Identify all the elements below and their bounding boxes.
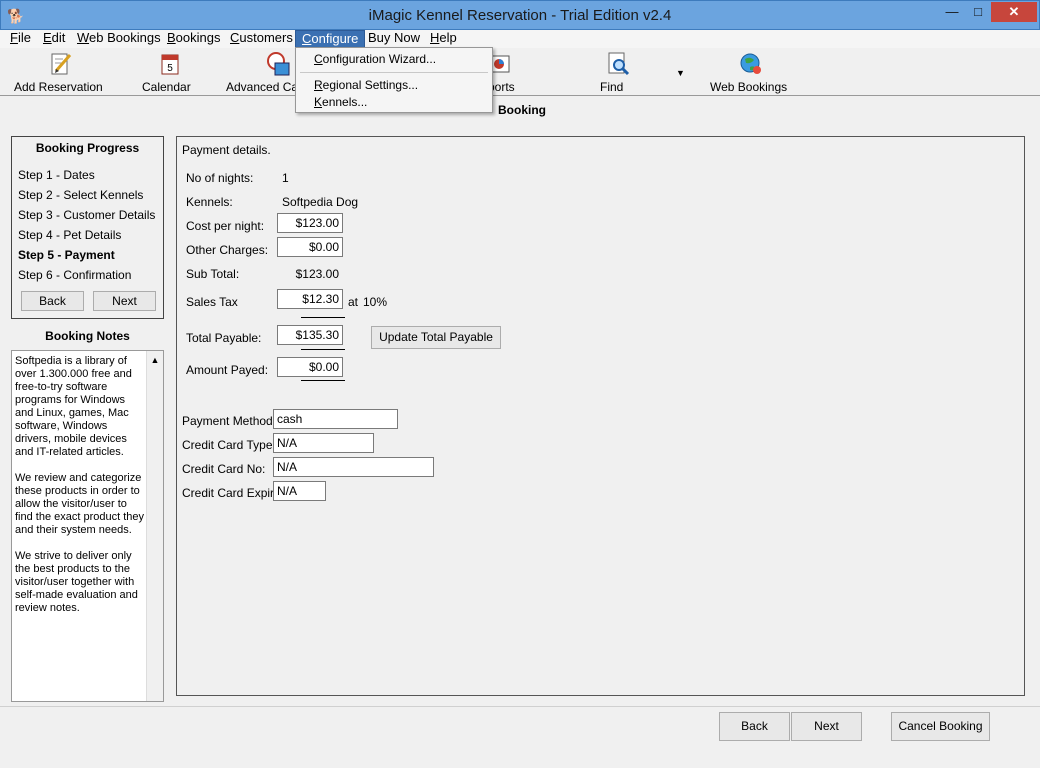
other-charges-label: Other Charges:	[186, 243, 269, 257]
step-4: Step 4 - Pet Details	[18, 228, 122, 242]
subtotal-value: $123.00	[295, 267, 339, 281]
payment-panel: Payment details. No of nights: 1 Kennels…	[176, 136, 1025, 696]
total-payable-input[interactable]: $135.30	[277, 325, 343, 345]
menu-bookings[interactable]: Bookings	[161, 30, 226, 48]
booking-progress-panel: Booking Progress Step 1 - Dates Step 2 -…	[11, 136, 164, 319]
configure-dropdown-menu: Configuration Wizard... Regional Setting…	[295, 47, 493, 113]
footer-back-button[interactable]: Back	[719, 712, 790, 741]
menu-configuration-wizard[interactable]: Configuration Wizard...	[314, 52, 436, 66]
credit-card-type-label: Credit Card Type:	[182, 438, 276, 452]
menu-kennels[interactable]: Kennels...	[314, 95, 367, 109]
total-payable-label: Total Payable:	[186, 331, 262, 345]
title-bar: 🐕 iMagic Kennel Reservation - Trial Edit…	[0, 0, 1040, 30]
nights-value: 1	[282, 171, 289, 185]
sum-line	[301, 317, 345, 318]
credit-card-no-input[interactable]: N/A	[273, 457, 434, 477]
menu-help[interactable]: Help	[424, 30, 463, 48]
advanced-calendar-button[interactable]: Advanced Ca	[226, 51, 296, 95]
minimize-button[interactable]: —	[939, 2, 965, 22]
step-5-current: Step 5 - Payment	[18, 248, 115, 262]
close-button[interactable]: ✕	[991, 2, 1037, 22]
subtotal-label: Sub Total:	[186, 267, 240, 281]
menu-web-bookings[interactable]: Web Bookings	[71, 30, 167, 48]
nights-label: No of nights:	[186, 171, 254, 185]
booking-progress-title: Booking Progress	[35, 141, 140, 155]
page-title: Booking	[498, 103, 546, 117]
step-6: Step 6 - Confirmation	[18, 268, 132, 282]
kennels-value: Softpedia Dog	[282, 195, 359, 209]
credit-card-type-input[interactable]: N/A	[273, 433, 374, 453]
credit-card-no-label: Credit Card No:	[182, 462, 266, 476]
amount-payed-input[interactable]: $0.00	[277, 357, 343, 377]
menu-file[interactable]: File	[4, 30, 37, 48]
cost-per-night-label: Cost per night:	[186, 219, 265, 233]
notes-scrollbar[interactable]: ▲	[146, 351, 163, 701]
step-2: Step 2 - Select Kennels	[18, 188, 144, 202]
payment-method-input[interactable]: cash	[273, 409, 398, 429]
sales-tax-rate: 10%	[363, 295, 388, 309]
progress-next-button[interactable]: Next	[93, 291, 156, 311]
payment-heading: Payment details.	[182, 143, 271, 157]
payment-method-label: Payment Method:	[182, 414, 277, 428]
scroll-up-arrow-icon[interactable]: ▲	[147, 355, 163, 365]
sales-tax-at-label: at	[348, 295, 359, 309]
booking-notes-title: Booking Notes	[45, 329, 130, 343]
step-3: Step 3 - Customer Details	[18, 208, 156, 222]
cancel-booking-button[interactable]: Cancel Booking	[891, 712, 990, 741]
globe-icon	[740, 53, 761, 74]
sales-tax-input[interactable]: $12.30	[277, 289, 343, 309]
step-1: Step 1 - Dates	[18, 168, 95, 182]
booking-notes-text: Softpedia is a library of over 1.300.000…	[15, 355, 145, 614]
toolbar: Add Reservation 5 Calendar Advanced Ca p…	[0, 48, 1040, 96]
menu-bar: File Edit Web Bookings Bookings Customer…	[0, 30, 1040, 48]
update-total-payable-button[interactable]: Update Total Payable	[371, 326, 501, 349]
menu-separator	[300, 72, 488, 73]
menu-configure[interactable]: Configure	[295, 30, 366, 48]
sales-tax-label: Sales Tax	[186, 295, 238, 309]
find-button[interactable]: Find	[600, 51, 636, 95]
amount-payed-label: Amount Payed:	[186, 363, 269, 377]
kennels-label: Kennels:	[186, 195, 233, 209]
other-charges-input[interactable]: $0.00	[277, 237, 343, 257]
calendar-icon: 5	[161, 54, 179, 75]
menu-regional-settings[interactable]: Regional Settings...	[314, 78, 418, 92]
menu-edit[interactable]: Edit	[37, 30, 71, 48]
calendar-button[interactable]: 5 Calendar	[142, 51, 198, 95]
svg-text:5: 5	[167, 63, 173, 74]
credit-card-expiry-label: Credit Card Expiry:	[182, 486, 284, 500]
footer-next-button[interactable]: Next	[791, 712, 862, 741]
find-dropdown-arrow-icon[interactable]: ▼	[676, 68, 685, 78]
footer-separator	[0, 706, 1040, 707]
web-bookings-button[interactable]: Web Bookings	[710, 51, 792, 95]
progress-back-button[interactable]: Back	[21, 291, 84, 311]
advanced-calendar-icon	[267, 52, 290, 76]
total-line	[301, 349, 345, 350]
add-reservation-button[interactable]: Add Reservation	[14, 51, 108, 95]
pencil-document-icon	[51, 53, 72, 75]
window-title: iMagic Kennel Reservation - Trial Editio…	[368, 7, 672, 24]
paid-line	[301, 380, 345, 381]
credit-card-expiry-input[interactable]: N/A	[273, 481, 326, 501]
booking-notes-textarea[interactable]: Softpedia is a library of over 1.300.000…	[11, 350, 164, 702]
maximize-button[interactable]: □	[965, 2, 991, 22]
menu-buy-now[interactable]: Buy Now	[362, 30, 426, 48]
menu-customers[interactable]: Customers	[224, 30, 299, 48]
cost-per-night-input[interactable]: $123.00	[277, 213, 343, 233]
find-magnifier-icon	[608, 52, 630, 76]
